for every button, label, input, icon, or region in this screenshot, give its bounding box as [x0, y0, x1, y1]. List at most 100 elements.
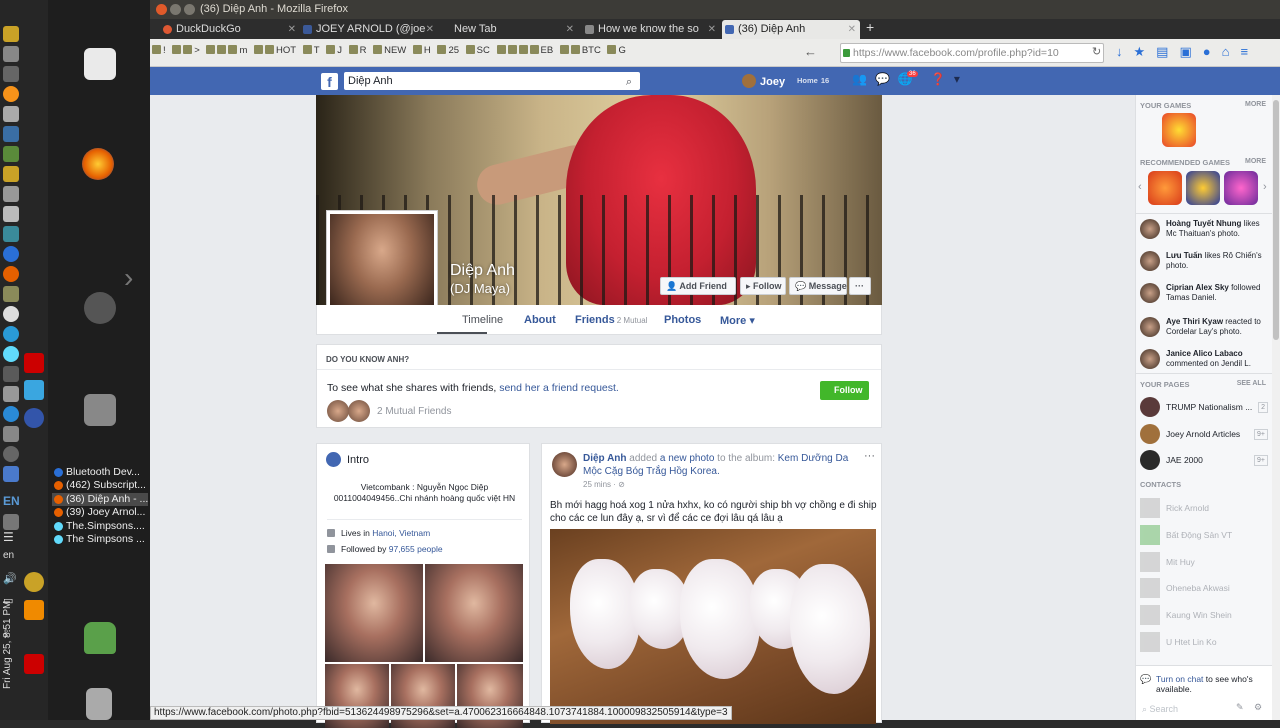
lang-indicator[interactable]: en	[3, 550, 23, 566]
ubuntu-icon[interactable]	[84, 292, 116, 324]
app-icon[interactable]	[3, 266, 19, 282]
post-photo[interactable]	[550, 529, 876, 724]
wifi-icon[interactable]: ☰	[3, 530, 19, 546]
contact-item[interactable]: U Htet Lin Ko	[1140, 632, 1260, 652]
app-icon[interactable]	[3, 206, 19, 222]
app-icon[interactable]	[3, 366, 19, 382]
profile-name[interactable]: Diệp Anh	[450, 262, 515, 280]
user-icon[interactable]	[84, 622, 116, 654]
new-tab-button[interactable]: +	[866, 19, 874, 35]
firefox-icon[interactable]	[82, 148, 114, 180]
trash-icon[interactable]	[86, 688, 112, 720]
bookmark-item[interactable]: !	[152, 45, 166, 56]
mutual-friend-avatar[interactable]	[348, 400, 370, 422]
bitcoin-icon[interactable]	[3, 86, 19, 102]
contact-item[interactable]: Mit Huy	[1140, 552, 1260, 572]
settings-gear-icon[interactable]: ⚙	[1254, 702, 1262, 713]
telegram-icon[interactable]	[24, 408, 44, 428]
volume-icon[interactable]: 🔊	[3, 572, 23, 588]
more-games-link[interactable]: MORE	[1245, 101, 1266, 108]
chat-search-input[interactable]: ⌕ Search	[1142, 704, 1178, 715]
slots-game-icon[interactable]	[1186, 171, 1220, 205]
bookmark-star-icon[interactable]: ★	[1134, 44, 1157, 59]
close-tab-icon[interactable]: ✕	[566, 20, 574, 39]
bookmark-item[interactable]: J	[326, 45, 342, 56]
facebook-logo-icon[interactable]: f	[321, 73, 338, 90]
app-icon[interactable]	[3, 514, 19, 530]
sync-icon[interactable]: ●	[1203, 44, 1222, 59]
messenger-icon[interactable]: 💬	[875, 72, 890, 86]
app-icon[interactable]	[3, 246, 19, 262]
close-tab-icon[interactable]: ✕	[708, 20, 716, 39]
bookmark-item[interactable]: 25	[437, 45, 459, 56]
search-input[interactable]: Diệp Anh ⌕	[344, 72, 640, 90]
clock[interactable]: Fri Aug 25, 8:51 PM	[2, 590, 20, 700]
atom-icon[interactable]	[3, 346, 19, 362]
terminal-icon[interactable]	[3, 226, 19, 242]
library-icon[interactable]: ▤	[1156, 44, 1179, 59]
chevron-right-icon[interactable]: ›	[124, 262, 133, 294]
ticker-item[interactable]: Janice Alico Labaco commented on Jendil …	[1140, 349, 1270, 369]
page-item[interactable]: TRUMP Nationalism ... 2	[1140, 397, 1268, 417]
filezilla-icon[interactable]	[24, 353, 44, 373]
more-recommended-link[interactable]: MORE	[1245, 158, 1266, 165]
tab-photos[interactable]: Photos	[664, 314, 701, 326]
tab-how-we-know[interactable]: How we know the so ✕	[582, 20, 720, 39]
scrollbar-thumb[interactable]	[1273, 100, 1279, 340]
app-icon[interactable]	[3, 446, 19, 462]
follow-button[interactable]: Follow	[820, 381, 869, 400]
bookmark-item[interactable]: EB	[496, 45, 553, 56]
bookmark-item[interactable]: G	[607, 45, 626, 56]
writer-document-icon[interactable]	[84, 48, 116, 80]
follow-button[interactable]: ▸ Follow	[740, 277, 786, 295]
search-icon[interactable]: ⌕	[626, 73, 632, 91]
ticker-item[interactable]: Aye Thiri Kyaw reacted to Cordelar Lay's…	[1140, 317, 1270, 337]
ticker-item[interactable]: Hoàng Tuyết Nhung likes Mc Thaituan's ph…	[1140, 219, 1270, 239]
post-timestamp[interactable]: 25 mins · ⊘	[583, 480, 625, 489]
app-icon[interactable]	[3, 186, 19, 202]
friend-requests-icon[interactable]: 👥	[852, 72, 867, 86]
download-icon[interactable]: ↓	[1116, 44, 1134, 59]
app-icon[interactable]	[3, 166, 19, 182]
tab-more[interactable]: More ▾	[720, 314, 755, 327]
minimize-window-button[interactable]	[170, 4, 181, 15]
bookmark-item[interactable]: m	[206, 45, 247, 56]
window-list-item[interactable]: The.Simpsons....	[52, 520, 148, 533]
window-list-item[interactable]: The Simpsons ...	[52, 533, 148, 546]
tab-duckduckgo[interactable]: DuckDuckGo ✕	[160, 20, 300, 39]
spreadsheet-icon[interactable]	[3, 146, 19, 162]
archive-icon[interactable]	[84, 394, 116, 426]
app-icon[interactable]	[3, 406, 19, 422]
contact-item[interactable]: Rick Arnold	[1140, 498, 1260, 518]
pocket-icon[interactable]: ▣	[1179, 44, 1202, 59]
chevron-left-icon[interactable]: ‹	[1138, 181, 1142, 193]
app-icon[interactable]	[3, 66, 19, 82]
app-icon[interactable]	[3, 386, 19, 402]
add-friend-button[interactable]: 👤 Add Friend	[660, 277, 736, 295]
photo-thumbnail[interactable]	[325, 564, 423, 662]
tab-timeline[interactable]: Timeline	[462, 314, 503, 326]
window-list-item[interactable]: (39) Joey Arnol...	[52, 506, 148, 519]
home-link[interactable]: Home 16	[794, 75, 829, 86]
message-button[interactable]: 💬 Message	[789, 277, 847, 295]
bitcoin-icon[interactable]	[24, 572, 44, 592]
notes-icon[interactable]	[3, 106, 19, 122]
vlc-icon[interactable]	[24, 600, 44, 620]
post-author-avatar[interactable]	[552, 452, 577, 477]
followers-link[interactable]: 97,655 people	[389, 544, 443, 554]
more-options-button[interactable]: ···	[849, 277, 871, 295]
folder-icon[interactable]	[3, 286, 19, 302]
window-list-item[interactable]: (462) Subscript...	[52, 479, 148, 492]
maximize-window-button[interactable]	[184, 4, 195, 15]
contact-item[interactable]: Kaung Win Shein	[1140, 605, 1260, 625]
mutual-friend-avatar[interactable]	[327, 400, 349, 422]
ticker-item[interactable]: Lưu Tuấn likes Rô Chiến's photo.	[1140, 251, 1270, 271]
contact-item[interactable]: Oheneba Akwasi	[1140, 578, 1260, 598]
turn-on-chat-link[interactable]: Turn on chat	[1156, 674, 1203, 684]
tab-new-tab[interactable]: New Tab ✕	[438, 20, 578, 39]
chromium-icon[interactable]	[3, 326, 19, 342]
bookmark-item[interactable]: T	[302, 45, 320, 56]
post-options-button[interactable]: ···	[864, 450, 875, 462]
send-friend-request-link[interactable]: send her a friend request.	[499, 382, 619, 394]
window-list-item[interactable]: Bluetooth Dev...	[52, 466, 148, 479]
